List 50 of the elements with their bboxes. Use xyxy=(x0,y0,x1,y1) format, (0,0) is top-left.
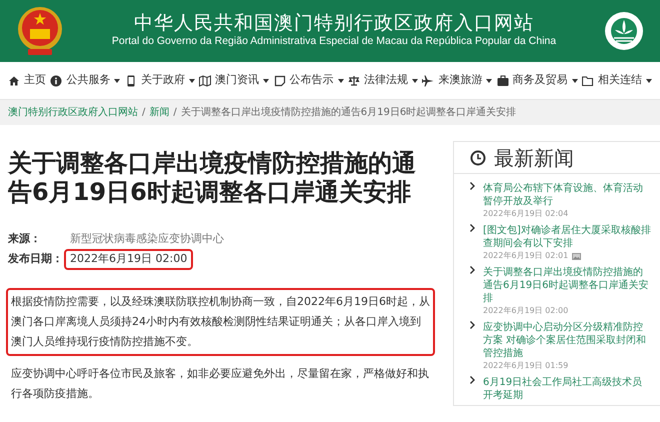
nav-menu-item[interactable]: 法律法规 xyxy=(348,72,418,89)
news-link[interactable]: 应变协调中心启动分区分级精准防控方案 对确诊个案居住范围采取封闭和管控措施 xyxy=(483,321,652,360)
nav-menu-item[interactable]: 公布告示 xyxy=(274,72,344,89)
news-date: 2022年6月19日 02:04 xyxy=(483,208,568,220)
chevron-icon xyxy=(470,321,475,329)
site-subtitle: Portal do Governo da Região Administrativa Especial de Macau da República Popular da China xyxy=(110,34,558,49)
nav-menu-item[interactable]: 公共服务 xyxy=(50,72,120,89)
note-icon xyxy=(274,74,286,86)
breadcrumb-separator: / xyxy=(173,106,177,120)
meta-value: 2022年6月19日 02:00 xyxy=(66,251,192,268)
chevron-icon xyxy=(470,224,475,232)
nav-menu-item[interactable]: 来澳旅游 xyxy=(422,72,492,89)
chevron-icon xyxy=(470,376,475,384)
folder-icon xyxy=(582,74,594,86)
scale-icon xyxy=(348,74,360,86)
breadcrumb-current: 关于调整各口岸出境疫情防控措施的通告6月19日6时起调整各口岸通关安排 xyxy=(180,106,516,120)
map-icon xyxy=(199,74,212,86)
news-link[interactable]: 关于调整各口岸出境疫情防控措施的通告6月19日6时起调整各口岸通关安排 xyxy=(483,266,652,305)
article-paragraph: 根据疫情防控需要，以及经珠澳联防联控机制协商一致，自2022年6月19日6时起，从澳门各口岸离境人员须持24小时内有效核酸检测阴性结果证明通关；从各口岸入境到澳门人员维持现行疫情防控措施不变。 xyxy=(8,290,433,354)
news-date: 2022年6月19日 02:01 xyxy=(483,250,568,262)
phone-icon xyxy=(124,74,137,86)
chevron-icon xyxy=(470,266,475,274)
breadcrumb-separator: / xyxy=(142,106,146,120)
nav-menu-item[interactable]: 商务及贸易 xyxy=(496,72,578,89)
national-emblem-icon xyxy=(16,5,64,57)
nav-menu-item[interactable]: 澳门资讯 xyxy=(199,72,270,89)
breadcrumb-link[interactable]: 新闻 xyxy=(149,105,170,120)
nav-menu-item[interactable]: 关于政府 xyxy=(124,72,195,89)
news-date: 2022年6月19日 02:00 xyxy=(483,305,568,317)
plane-icon xyxy=(422,74,434,86)
news-link[interactable]: 6月19日社会工作局社工高级技术员开考延期 xyxy=(483,376,652,402)
site-title: 中华人民共和国澳门特别行政区政府入口网站 xyxy=(133,12,535,34)
panel-heading: 最新新闻 xyxy=(494,144,574,172)
meta-label: 来源： xyxy=(8,230,42,247)
news-link[interactable]: 体育局公布辖下体育设施、体育活动暂停开放及举行 xyxy=(483,182,652,208)
nav-menu-item[interactable]: 主页 xyxy=(8,72,46,89)
news-date: 2022年6月19日 01:59 xyxy=(483,360,568,372)
meta-value: 新型冠状病毒感染应变协调中心 xyxy=(69,230,225,247)
news-link[interactable]: [图文包]对确诊者居住大厦采取核酸排查期间会有以下安排 xyxy=(483,224,652,250)
briefcase-icon xyxy=(496,74,509,86)
nav-menu-item[interactable]: 相关连结 xyxy=(582,72,652,89)
breadcrumb-link[interactable]: 澳门特别行政区政府入口网站 xyxy=(8,105,138,120)
emblem-icon xyxy=(604,11,644,51)
chevron-icon xyxy=(470,182,475,190)
home-icon xyxy=(8,74,20,86)
article-paragraph: 应变协调中心呼吁各位市民及旅客，如非必要应避免外出，尽量留在家，严格做好和执行各项防疫措施。 xyxy=(10,366,430,402)
clock-icon xyxy=(470,150,486,166)
article-title: 关于调整各口岸出境疫情防控措施的通告6月19日6时起调整各口岸通关安排 xyxy=(8,149,417,207)
info-icon xyxy=(50,74,62,86)
meta-label: 发布日期： xyxy=(8,251,64,268)
